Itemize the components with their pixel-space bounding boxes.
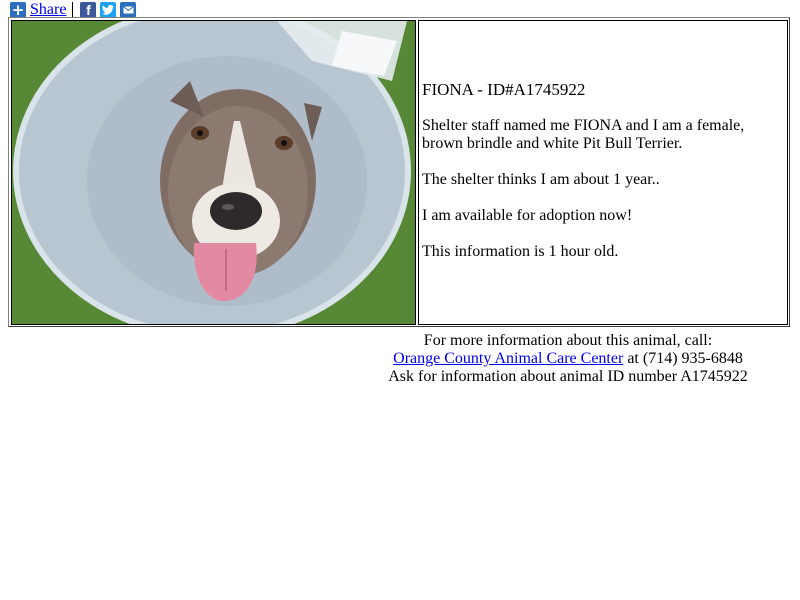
share-bar: + Share f	[10, 1, 137, 18]
animal-photo	[11, 20, 416, 325]
facebook-icon[interactable]: f	[80, 1, 97, 18]
animal-info-cell: FIONA - ID#A1745922 Shelter staff named …	[418, 20, 788, 325]
animal-info: FIONA - ID#A1745922 Shelter staff named …	[422, 81, 779, 279]
animal-id-note: Ask for information about animal ID numb…	[388, 368, 748, 385]
envelope-glyph	[123, 5, 134, 13]
animal-description: Shelter staff named me FIONA and I am a …	[422, 117, 745, 152]
animal-title: FIONA - ID#A1745922	[422, 80, 586, 99]
share-link[interactable]: Share	[30, 1, 66, 18]
plus-icon[interactable]: +	[10, 1, 26, 18]
animal-availability: I am available for adoption now!	[422, 207, 633, 224]
divider	[72, 1, 74, 18]
email-icon[interactable]	[120, 1, 137, 18]
shelter-link[interactable]: Orange County Animal Care Center	[393, 350, 623, 367]
animal-age: The shelter thinks I am about 1 year..	[422, 171, 660, 188]
dog-photo-illustration	[12, 21, 415, 324]
twitter-icon[interactable]	[100, 1, 117, 18]
phone-number: at (714) 935-6848	[623, 350, 743, 367]
twitter-bird-glyph	[102, 4, 115, 15]
contact-info: For more information about this animal, …	[358, 332, 778, 386]
contact-intro: For more information about this animal, …	[423, 332, 713, 349]
contact-line: Orange County Animal Care Center at (714…	[358, 350, 778, 368]
info-freshness: This information is 1 hour old.	[422, 243, 619, 260]
